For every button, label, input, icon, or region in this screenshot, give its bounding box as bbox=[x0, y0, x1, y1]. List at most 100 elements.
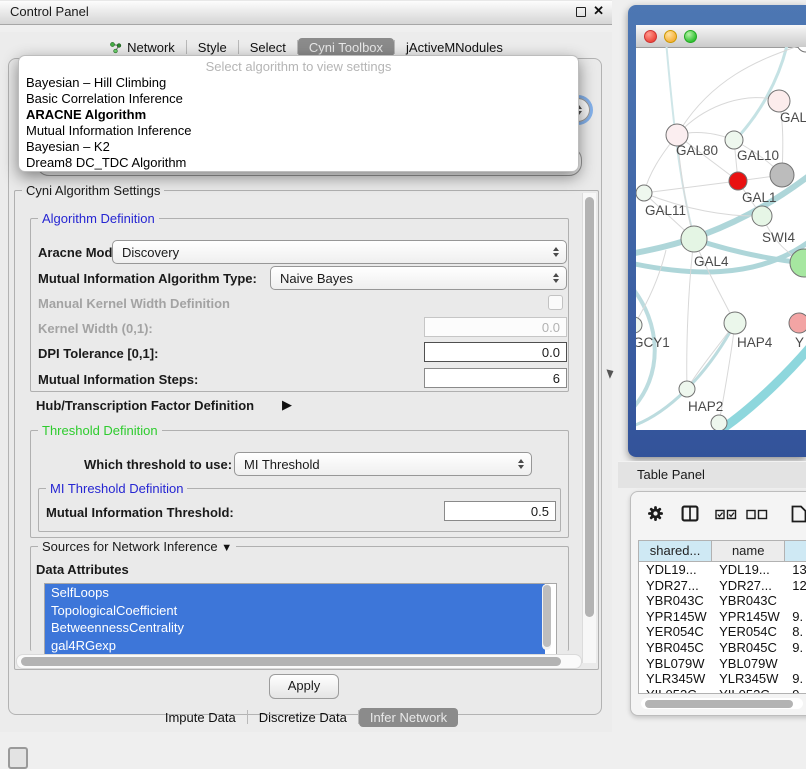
table-cell[interactable]: YPR145W bbox=[712, 609, 785, 625]
table-row[interactable]: YBR045CYBR045C9. bbox=[639, 640, 806, 656]
table-rows[interactable]: YDL19...YDL19...13YDR27...YDR27...12YBR0… bbox=[639, 562, 806, 694]
algorithm-option[interactable]: Bayesian – K2 bbox=[19, 139, 578, 155]
network-node[interactable] bbox=[770, 163, 794, 187]
attribute-list-item[interactable]: TopologicalCoefficient bbox=[45, 602, 545, 620]
tab-select[interactable]: Select bbox=[239, 38, 297, 57]
mi-type-combo[interactable]: Naive Bayes bbox=[270, 266, 567, 290]
table-cell[interactable]: 9 bbox=[785, 687, 806, 694]
table-cell[interactable]: YIL052C bbox=[639, 687, 712, 694]
tab-jactivemnodules[interactable]: jActiveMNodules bbox=[395, 38, 514, 57]
column-header[interactable] bbox=[785, 541, 806, 561]
mi-threshold-field[interactable]: 0.5 bbox=[444, 501, 556, 521]
dock-panel-icon[interactable] bbox=[8, 747, 28, 769]
aracne-mode-combo[interactable]: Discovery bbox=[112, 240, 567, 264]
checked-boxes-icon[interactable] bbox=[715, 508, 737, 523]
network-node-swi4[interactable] bbox=[752, 206, 772, 226]
tab-impute-data[interactable]: Impute Data bbox=[154, 708, 247, 727]
table-cell[interactable]: YBR043C bbox=[639, 593, 712, 609]
tab-cyni-toolbox[interactable]: Cyni Toolbox bbox=[298, 38, 394, 57]
tab-network[interactable]: Network bbox=[98, 38, 186, 57]
table-cell[interactable]: YLR345W bbox=[712, 671, 785, 687]
algorithm-option[interactable]: ARACNE Algorithm bbox=[19, 107, 578, 123]
node-attribute-table[interactable]: shared...name YDL19...YDL19...13YDR27...… bbox=[638, 540, 806, 694]
table-row[interactable]: YBL079WYBL079W bbox=[639, 656, 806, 672]
mi-steps-field[interactable]: 6 bbox=[424, 368, 567, 388]
table-row[interactable]: YLR345WYLR345W9. bbox=[639, 671, 806, 687]
gear-icon[interactable] bbox=[647, 505, 664, 525]
table-cell[interactable]: YBL079W bbox=[712, 656, 785, 672]
tab-discretize-data[interactable]: Discretize Data bbox=[248, 708, 358, 727]
table-row[interactable]: YBR043CYBR043C bbox=[639, 593, 806, 609]
attribute-list-item[interactable]: BetweennessCentrality bbox=[45, 619, 545, 637]
traffic-light-zoom-icon[interactable] bbox=[684, 30, 697, 43]
table-row[interactable]: YPR145WYPR145W9. bbox=[639, 609, 806, 625]
network-node-gal1[interactable] bbox=[729, 172, 747, 190]
table-cell[interactable]: YBR045C bbox=[639, 640, 712, 656]
collapse-down-icon[interactable]: ▼ bbox=[221, 542, 232, 554]
table-cell[interactable]: 13 bbox=[785, 562, 806, 578]
table-cell[interactable]: 9. bbox=[785, 609, 806, 625]
network-node-hap4[interactable] bbox=[724, 312, 746, 334]
table-cell[interactable]: YBR045C bbox=[712, 640, 785, 656]
table-cell[interactable]: YLR345W bbox=[639, 671, 712, 687]
table-cell[interactable]: YBL079W bbox=[639, 656, 712, 672]
table-header-row[interactable]: shared...name bbox=[639, 541, 806, 562]
algorithm-option[interactable]: Mutual Information Inference bbox=[19, 123, 578, 139]
table-row[interactable]: YDR27...YDR27...12 bbox=[639, 578, 806, 594]
table-cell[interactable] bbox=[785, 593, 806, 609]
tab-style[interactable]: Style bbox=[187, 38, 238, 57]
attribute-list-item[interactable]: SelfLoops bbox=[45, 584, 545, 602]
table-cell[interactable]: YER054C bbox=[712, 624, 785, 640]
settings-horizontal-scrollbar[interactable] bbox=[16, 654, 582, 669]
network-node-gcy1[interactable] bbox=[636, 317, 642, 333]
table-cell[interactable]: YDR27... bbox=[639, 578, 712, 594]
network-window-titlebar[interactable] bbox=[636, 25, 806, 48]
traffic-light-close-icon[interactable] bbox=[644, 30, 657, 43]
hub-definition-label[interactable]: Hub/Transcription Factor Definition bbox=[36, 398, 254, 413]
algorithm-option[interactable]: Dream8 DC_TDC Algorithm bbox=[19, 155, 578, 171]
attribute-list-item[interactable]: gal4RGexp bbox=[45, 637, 545, 655]
document-icon[interactable] bbox=[791, 505, 806, 526]
table-horizontal-scrollbar[interactable] bbox=[641, 698, 803, 709]
table-cell[interactable]: YBR043C bbox=[712, 593, 785, 609]
table-cell[interactable]: YER054C bbox=[639, 624, 712, 640]
network-node-gal11[interactable] bbox=[636, 185, 652, 201]
attributes-list-scrollbar[interactable] bbox=[542, 584, 551, 650]
network-node[interactable] bbox=[711, 415, 727, 430]
table-cell[interactable]: 9. bbox=[785, 640, 806, 656]
data-attributes-list[interactable]: SelfLoopsTopologicalCoefficientBetweenne… bbox=[44, 583, 557, 655]
network-node-gal[interactable] bbox=[768, 90, 790, 112]
network-node-gal4[interactable] bbox=[681, 226, 707, 252]
float-panel-icon[interactable] bbox=[576, 7, 586, 17]
network-node-gal10[interactable] bbox=[725, 131, 743, 149]
table-row[interactable]: YIL052CYIL052C9 bbox=[639, 687, 806, 694]
network-node-y[interactable] bbox=[789, 313, 806, 333]
expand-right-icon[interactable]: ▶ bbox=[282, 397, 292, 413]
table-cell[interactable]: 9. bbox=[785, 671, 806, 687]
table-cell[interactable]: 8. bbox=[785, 624, 806, 640]
settings-vertical-scrollbar[interactable] bbox=[582, 193, 596, 663]
table-cell[interactable]: YDL19... bbox=[712, 562, 785, 578]
which-threshold-combo[interactable]: MI Threshold bbox=[234, 452, 532, 476]
tab-infer-network[interactable]: Infer Network bbox=[359, 708, 458, 727]
table-row[interactable]: YER054CYER054C8. bbox=[639, 624, 806, 640]
network-canvas[interactable]: GALGAL80GAL10GAL1GAL11SWI4GAL4GCY1HAP4YH… bbox=[636, 47, 806, 430]
table-cell[interactable]: 12 bbox=[785, 578, 806, 594]
traffic-light-minimize-icon[interactable] bbox=[664, 30, 677, 43]
kernel-width-field[interactable]: 0.0 bbox=[424, 317, 567, 337]
table-cell[interactable]: YDL19... bbox=[639, 562, 712, 578]
network-node[interactable] bbox=[797, 47, 806, 52]
algorithm-option[interactable]: Basic Correlation Inference bbox=[19, 91, 578, 107]
table-cell[interactable]: YIL052C bbox=[712, 687, 785, 694]
dpi-tolerance-field[interactable]: 0.0 bbox=[424, 342, 567, 362]
unchecked-boxes-icon[interactable] bbox=[746, 508, 768, 523]
table-row[interactable]: YDL19...YDL19...13 bbox=[639, 562, 806, 578]
column-header[interactable]: shared... bbox=[639, 541, 712, 561]
column-header[interactable]: name bbox=[712, 541, 785, 561]
table-cell[interactable]: YDR27... bbox=[712, 578, 785, 594]
algorithm-option[interactable]: Bayesian – Hill Climbing bbox=[19, 75, 578, 91]
close-icon[interactable]: ✕ bbox=[593, 3, 604, 19]
table-cell[interactable]: YPR145W bbox=[639, 609, 712, 625]
table-cell[interactable] bbox=[785, 656, 806, 672]
apply-button[interactable]: Apply bbox=[269, 674, 339, 699]
